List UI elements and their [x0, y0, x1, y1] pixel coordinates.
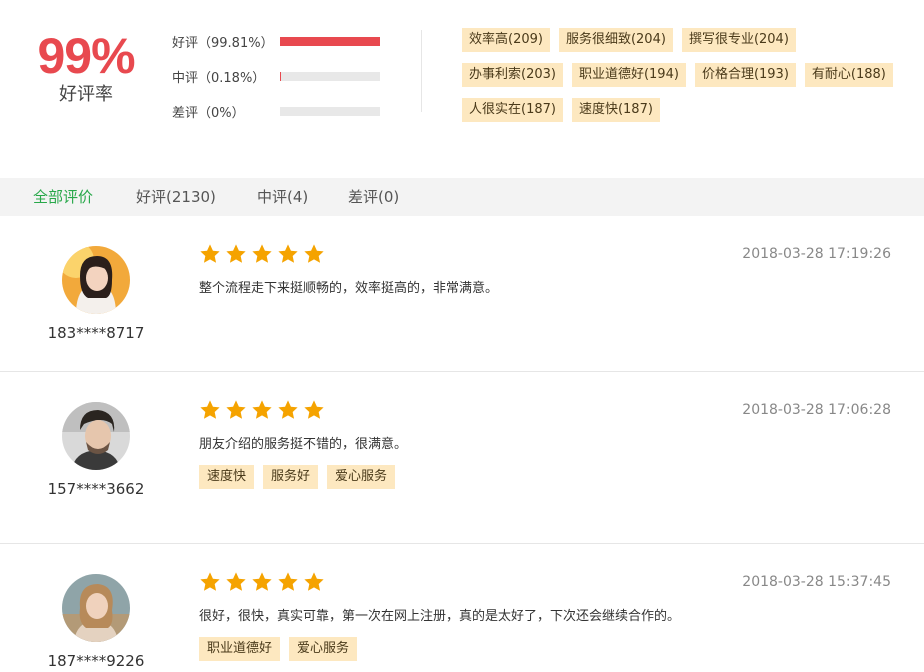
impression-tag: 有耐心(188): [804, 63, 893, 87]
star-icon: [278, 572, 298, 591]
star-icon: [278, 400, 298, 419]
rating-bar-label: 好评（99.81%）: [172, 36, 274, 51]
star-icon: [252, 244, 272, 263]
rating-bar-track: [280, 107, 380, 116]
avatar: [62, 574, 130, 642]
praise-rate-value: 99%: [37, 28, 135, 84]
review-item: 183****8717 2018-03-28 17:19:26 整个流程走下来挺…: [0, 216, 924, 372]
impression-tag: 职业道德好(194): [571, 63, 686, 87]
impression-tag: 撰写很专业(204): [681, 28, 796, 52]
tab-bad-reviews[interactable]: 差评(0): [348, 178, 399, 216]
rating-bar-neutral: 中评（0.18%）: [172, 59, 380, 94]
reviewer-name: 157****3662: [47, 480, 145, 498]
tab-all-reviews[interactable]: 全部评价: [33, 178, 93, 216]
review-tag: 速度快: [199, 465, 255, 489]
review-content: 朋友介绍的服务挺不错的，很满意。: [199, 437, 408, 452]
review-date: 2018-03-28 17:06:28: [742, 402, 891, 418]
review-date: 2018-03-28 15:37:45: [742, 574, 891, 590]
rating-bar-fill: [280, 37, 380, 46]
divider: [421, 30, 422, 112]
praise-rate-label: 好评率: [59, 84, 113, 105]
review-tag: 爱心服务: [289, 637, 358, 661]
rating-summary: 99% 好评率 好评（99.81%） 中评（0.18%） 差评（0%） 效率高(…: [0, 0, 924, 178]
review-tags: 职业道德好 爱心服务: [199, 637, 366, 661]
star-rating: [199, 243, 329, 265]
star-icon: [304, 244, 324, 263]
star-icon: [226, 244, 246, 263]
review-content: 很好，很快，真实可靠，第一次在网上注册，真的是太好了，下次还会继续合作的。: [199, 609, 681, 624]
tab-neutral-reviews[interactable]: 中评(4): [257, 178, 308, 216]
star-icon: [200, 400, 220, 419]
impression-tag: 价格合理(193): [694, 63, 796, 87]
rating-bar-bad: 差评（0%）: [172, 94, 380, 129]
rating-bar-track: [280, 72, 380, 81]
star-icon: [304, 572, 324, 591]
rating-bar-label: 中评（0.18%）: [172, 71, 266, 86]
review-tag: 爱心服务: [327, 465, 396, 489]
review-filter-tabs: 全部评价 好评(2130) 中评(4) 差评(0): [0, 178, 924, 216]
rating-bar-label: 差评（0%）: [172, 106, 245, 121]
impression-tag: 人很实在(187): [462, 98, 563, 122]
avatar: [62, 246, 130, 314]
impression-tag: 效率高(209): [462, 28, 550, 52]
impression-tag: 服务很细致(204): [558, 28, 673, 52]
review-content: 整个流程走下来挺顺畅的，效率挺高的，非常满意。: [199, 281, 499, 296]
reviewer-name: 183****8717: [47, 324, 145, 342]
star-icon: [252, 400, 272, 419]
reviewer-name: 187****9226: [47, 652, 145, 670]
star-icon: [304, 400, 324, 419]
impression-tags: 效率高(209) 服务很细致(204) 撰写很专业(204) 办事利索(203) 职业道…: [462, 28, 902, 133]
star-icon: [200, 244, 220, 263]
review-tag: 服务好: [263, 465, 319, 489]
rating-bar-track: [280, 37, 380, 46]
star-icon: [252, 572, 272, 591]
star-icon: [226, 572, 246, 591]
review-date: 2018-03-28 17:19:26: [742, 246, 891, 262]
rating-bar-good: 好评（99.81%）: [172, 24, 380, 59]
rating-distribution: 好评（99.81%） 中评（0.18%） 差评（0%）: [172, 24, 380, 129]
star-rating: [199, 399, 329, 421]
star-icon: [226, 400, 246, 419]
avatar: [62, 402, 130, 470]
star-rating: [199, 571, 329, 593]
star-icon: [200, 572, 220, 591]
review-item: 187****9226 2018-03-28 15:37:45 很好，很快，真实…: [0, 544, 924, 672]
tab-good-reviews[interactable]: 好评(2130): [136, 178, 216, 216]
impression-tag: 速度快(187): [571, 98, 660, 122]
review-item: 157****3662 2018-03-28 17:06:28 朋友介绍的服务挺…: [0, 372, 924, 544]
star-icon: [278, 244, 298, 263]
review-tag: 职业道德好: [199, 637, 281, 661]
review-tags: 速度快 服务好 爱心服务: [199, 465, 404, 489]
praise-rate: 99% 好评率: [30, 28, 142, 106]
impression-tag: 办事利索(203): [462, 63, 563, 87]
